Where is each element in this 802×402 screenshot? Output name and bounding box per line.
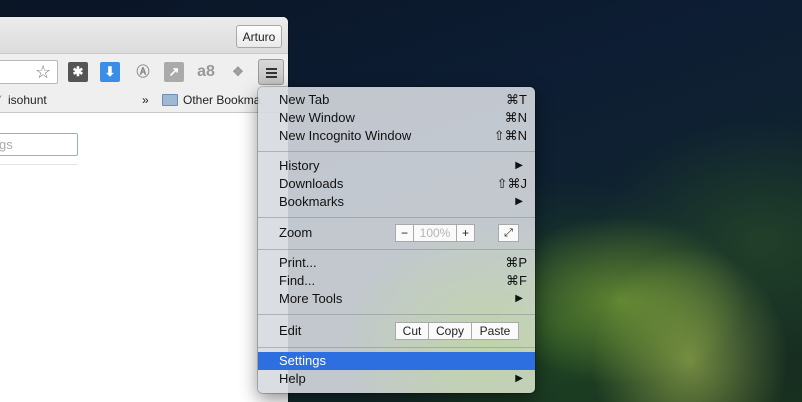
bookmarks-bar: ⁄ isohunt » Other Bookma <box>0 88 288 113</box>
folder-icon <box>162 94 178 106</box>
puzzle-extension-icon[interactable]: ❖ <box>228 62 248 82</box>
fullscreen-icon[interactable]: ⤢ <box>498 224 519 242</box>
menu-item-label: Settings <box>279 353 326 368</box>
toolbar: ☆ ✱ ⬇ Ⓐ ↗ a8 ❖ <box>0 54 288 88</box>
menu-item-shortcut: ⇧⌘N <box>493 128 527 143</box>
menu-separator <box>258 314 535 315</box>
menu-item-new-window[interactable]: New Window ⌘N <box>258 109 535 127</box>
download-extension-icon[interactable]: ⬇ <box>100 62 120 82</box>
menu-item-bookmarks[interactable]: Bookmarks ▶ <box>258 193 535 211</box>
menu-item-label: Print... <box>279 255 317 270</box>
menu-item-shortcut: ⇧⌘J <box>496 176 527 191</box>
settings-search-input[interactable]: gs <box>0 133 78 156</box>
page-content: gs <box>0 113 288 402</box>
zoom-in-button[interactable]: + <box>456 224 475 242</box>
other-bookmarks[interactable]: Other Bookma <box>183 93 260 107</box>
bookmark-item[interactable]: isohunt <box>8 93 47 107</box>
menu-item-help[interactable]: Help ▶ <box>258 370 535 388</box>
zoom-level: 100% <box>414 224 456 242</box>
menu-item-label: Help <box>279 371 306 386</box>
menu-item-new-tab[interactable]: New Tab ⌘T <box>258 91 535 109</box>
cut-button[interactable]: Cut <box>395 322 429 340</box>
chrome-menu-button[interactable] <box>258 59 284 85</box>
menu-item-label: More Tools <box>279 291 343 306</box>
copy-button[interactable]: Copy <box>428 322 472 340</box>
chrome-menu: New Tab ⌘T New Window ⌘N New Incognito W… <box>258 87 535 393</box>
ae-extension-icon[interactable]: a8 <box>196 62 216 82</box>
zoom-label: Zoom <box>279 225 313 240</box>
menu-separator <box>258 249 535 250</box>
menu-item-label: History <box>279 158 320 173</box>
divider <box>0 164 78 165</box>
menu-item-shortcut: ⌘N <box>504 110 527 125</box>
submenu-arrow-icon: ▶ <box>515 196 523 207</box>
bookmark-star-icon[interactable]: ☆ <box>35 63 51 81</box>
menu-item-edit: Edit Cut Copy Paste <box>258 322 535 340</box>
menu-item-history[interactable]: History ▶ <box>258 157 535 175</box>
menu-bar-line <box>266 68 277 70</box>
menu-item-zoom: Zoom − 100% + ⤢ <box>258 224 535 242</box>
submenu-arrow-icon: ▶ <box>515 293 523 304</box>
menu-bar-line <box>266 76 277 78</box>
menu-bar-line <box>266 72 277 74</box>
bookmarks-overflow-chevron[interactable]: » <box>142 93 149 107</box>
menu-item-label: New Window <box>279 110 355 125</box>
address-bar[interactable]: ☆ <box>0 60 58 84</box>
profile-button[interactable]: Arturo <box>236 25 282 48</box>
menu-item-shortcut: ⌘T <box>506 92 527 107</box>
menu-item-label: Find... <box>279 273 316 288</box>
menu-item-downloads[interactable]: Downloads ⇧⌘J <box>258 175 535 193</box>
submenu-arrow-icon: ▶ <box>515 160 523 171</box>
menu-item-shortcut: ⌘P <box>505 255 527 270</box>
browser-window: Arturo ☆ ✱ ⬇ Ⓐ ↗ a8 ❖ ⁄ isohunt » Other … <box>0 17 288 402</box>
menu-item-shortcut: ⌘F <box>506 273 527 288</box>
menu-item-print[interactable]: Print... ⌘P <box>258 254 535 272</box>
share-extension-icon[interactable]: ↗ <box>164 62 184 82</box>
menu-item-label: Bookmarks <box>279 194 345 209</box>
menu-separator <box>258 151 535 152</box>
menu-item-settings[interactable]: Settings <box>258 352 535 370</box>
menu-item-label: Downloads <box>279 176 344 191</box>
anarchy-extension-icon[interactable]: Ⓐ <box>133 62 153 82</box>
submenu-arrow-icon: ▶ <box>515 373 523 384</box>
title-bar: Arturo <box>0 17 288 54</box>
paste-button[interactable]: Paste <box>471 322 519 340</box>
menu-separator <box>258 217 535 218</box>
menu-item-find[interactable]: Find... ⌘F <box>258 272 535 290</box>
menu-separator <box>258 347 535 348</box>
menu-item-label: New Tab <box>279 92 330 107</box>
menu-item-label: New Incognito Window <box>279 128 412 143</box>
edit-label: Edit <box>279 323 302 338</box>
asterisk-extension-icon[interactable]: ✱ <box>68 62 88 82</box>
menu-item-new-incognito-window[interactable]: New Incognito Window ⇧⌘N <box>258 127 535 145</box>
zoom-out-button[interactable]: − <box>395 224 414 242</box>
menu-item-more-tools[interactable]: More Tools ▶ <box>258 290 535 308</box>
